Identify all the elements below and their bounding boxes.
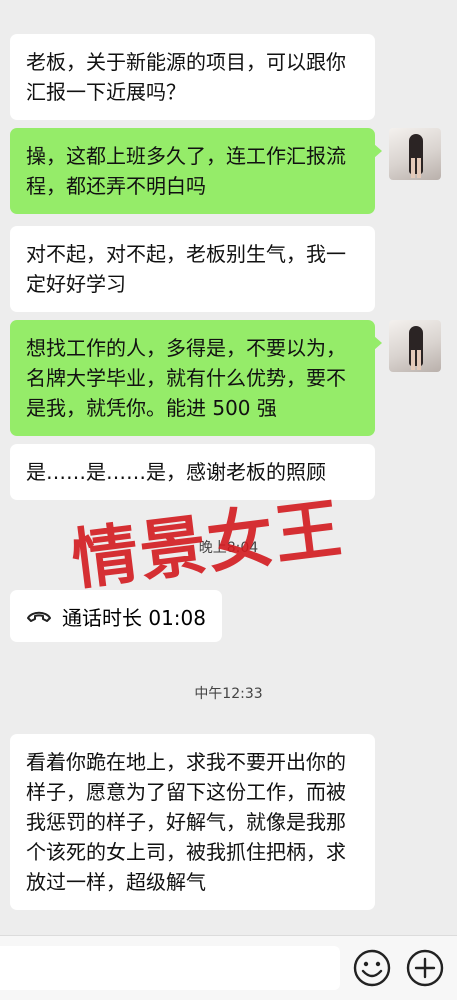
avatar[interactable] [389,320,441,372]
message-bubble-received[interactable]: 看着你跪在地上，求我不要开出你的样子，愿意为了留下这份工作，而被我惩罚的样子，好… [10,734,375,910]
avatar[interactable] [389,128,441,180]
chat-area: 老板，关于新能源的项目，可以跟你汇报一下近展吗？ 操，这都上班多久了，连工作汇报… [0,0,457,935]
message-bubble-received[interactable]: 对不起，对不起，老板别生气，我一定好好学习 [10,226,375,312]
timestamp: 中午12:33 [194,686,263,702]
call-duration-message[interactable]: 通话时长 01:08 [10,590,222,642]
message-bubble-sent[interactable]: 操，这都上班多久了，连工作汇报流程，都还弄不明白吗 [10,128,382,214]
message-input[interactable] [0,946,340,990]
emoji-icon[interactable] [352,948,392,988]
call-duration-label: 通话时长 01:08 [62,605,206,630]
input-bar [0,935,457,1000]
plus-circle-icon[interactable] [405,948,445,988]
message-bubble-received[interactable]: 老板，关于新能源的项目，可以跟你汇报一下近展吗？ [10,34,375,120]
message-bubble-sent[interactable]: 想找工作的人，多得是，不要以为，名牌大学毕业，就有什么优势，要不是我，就凭你。能… [10,320,382,436]
phone-hangup-icon [26,608,52,624]
